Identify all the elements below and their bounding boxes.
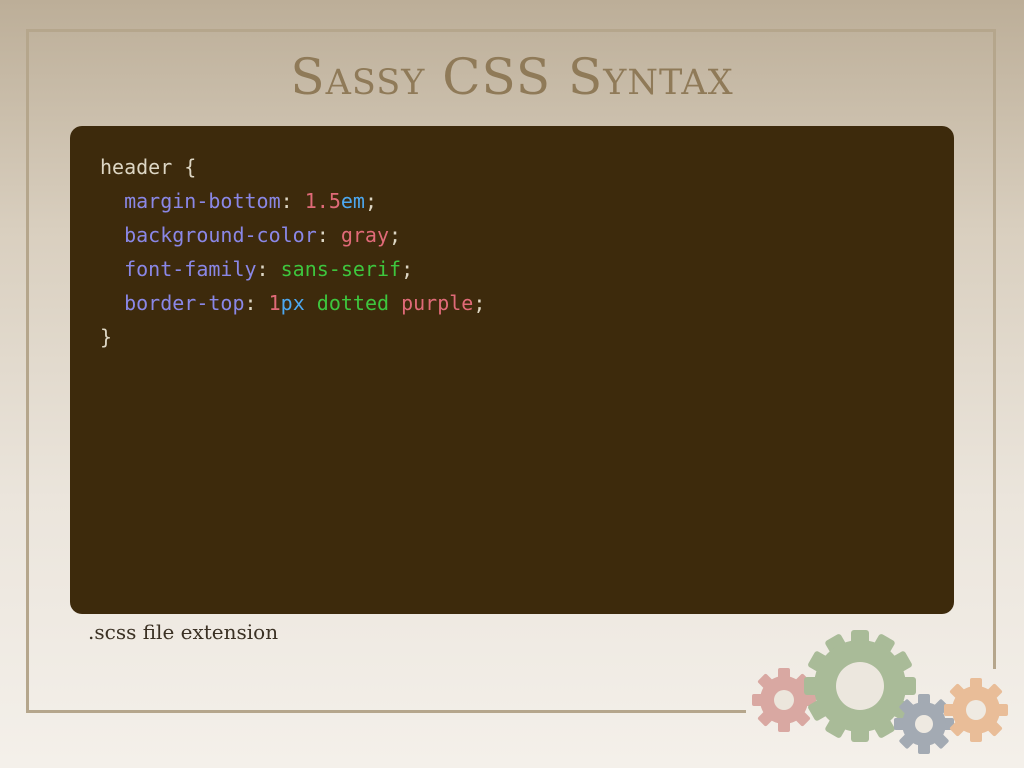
code-property: font-family: [124, 257, 257, 281]
code-value: purple: [401, 291, 474, 315]
code-value: sans-serif: [280, 257, 402, 281]
frame-border-right: [993, 29, 996, 669]
code-semicolon: ;: [364, 189, 377, 213]
code-property: border-top: [124, 291, 245, 315]
code-line-margin-bottom: margin-bottom: 1.5em;: [100, 184, 485, 218]
code-value: gray: [340, 223, 390, 247]
code-selector: header: [100, 155, 173, 179]
frame-border-left: [26, 29, 29, 713]
code-colon: :: [280, 189, 293, 213]
code-line-close: }: [100, 320, 485, 354]
code-line-font-family: font-family: sans-serif;: [100, 252, 485, 286]
code-semicolon: ;: [401, 257, 414, 281]
frame-border-bottom: [26, 710, 746, 713]
code-colon: :: [244, 291, 257, 315]
gear-icon: [894, 694, 954, 754]
code-open-brace: {: [184, 155, 197, 179]
code-unit: px: [280, 291, 305, 315]
code-number: 1: [268, 291, 281, 315]
code-close-brace: }: [100, 325, 113, 349]
code-line-background-color: background-color: gray;: [100, 218, 485, 252]
code-semicolon: ;: [473, 291, 486, 315]
code-property: margin-bottom: [124, 189, 281, 213]
code-colon: :: [316, 223, 329, 247]
code-number: 1.5: [304, 189, 341, 213]
frame-border-top: [26, 29, 996, 32]
code-property: background-color: [124, 223, 317, 247]
gears-decoration: [752, 630, 1008, 754]
code-value: dotted: [316, 291, 390, 315]
gear-icon: [944, 678, 1008, 742]
code-panel: header { margin-bottom: 1.5em; backgroun…: [70, 126, 954, 614]
code-semicolon: ;: [389, 223, 402, 247]
slide-caption: .scss file extension: [88, 620, 279, 644]
code-unit: em: [340, 189, 365, 213]
slide-title: Sassy CSS Syntax: [290, 48, 734, 106]
code-block: header { margin-bottom: 1.5em; backgroun…: [100, 150, 485, 354]
code-line-selector: header {: [100, 150, 485, 184]
code-colon: :: [256, 257, 269, 281]
code-line-border-top: border-top: 1px dotted purple;: [100, 286, 485, 320]
